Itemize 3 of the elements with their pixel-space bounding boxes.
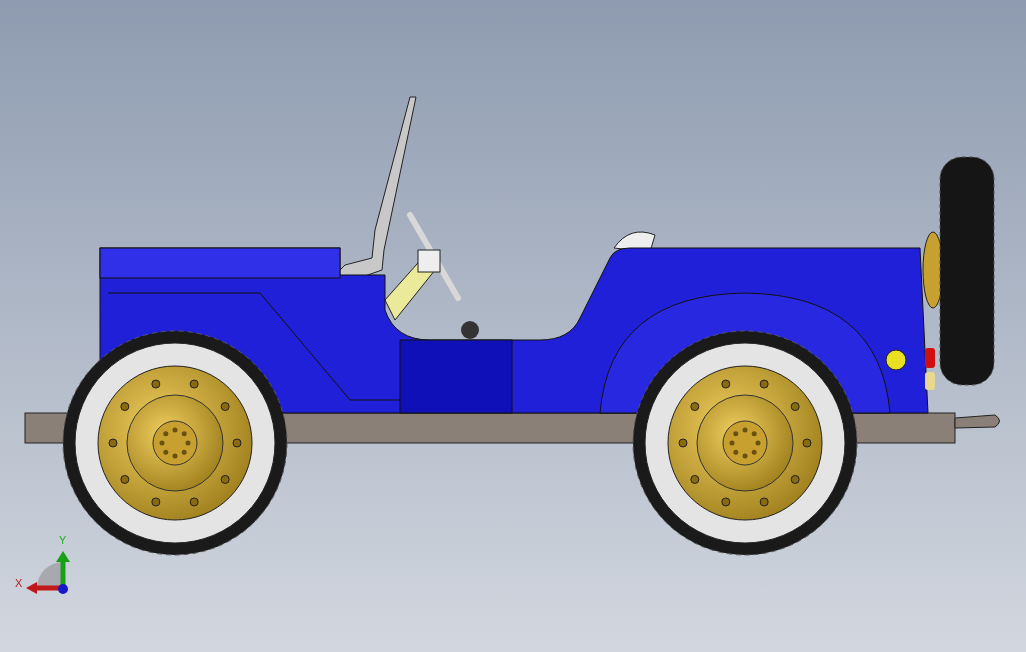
x-axis-label: X: [15, 577, 23, 589]
y-axis-label: Y: [59, 534, 67, 546]
axis-triad-icon: [26, 551, 70, 594]
